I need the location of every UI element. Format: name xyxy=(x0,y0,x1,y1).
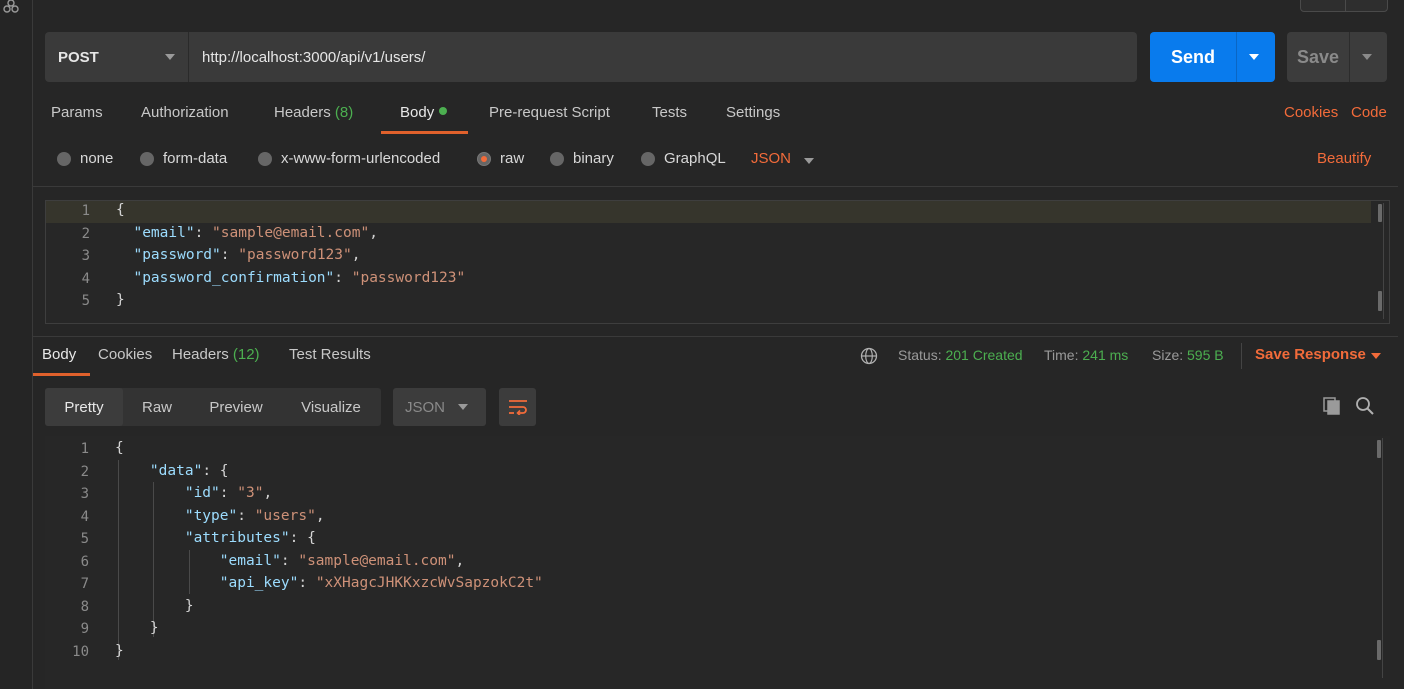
current-line-highlight xyxy=(46,201,1371,223)
view-pretty-button[interactable]: Pretty xyxy=(45,388,123,426)
status-readout: Status: 201 Created xyxy=(898,347,1023,363)
radio-x-www-form-urlencoded[interactable]: x-www-form-urlencoded xyxy=(258,150,440,167)
tab-authorization[interactable]: Authorization xyxy=(141,104,229,121)
code-line: } xyxy=(116,292,125,308)
method-select[interactable]: POST xyxy=(45,32,189,82)
radio-none[interactable]: none xyxy=(57,150,113,167)
beautify-link[interactable]: Beautify xyxy=(1317,150,1371,167)
left-sidebar-strip xyxy=(0,0,33,689)
code-link[interactable]: Code xyxy=(1351,104,1387,121)
save-button[interactable]: Save xyxy=(1287,32,1387,82)
chevron-down-icon[interactable] xyxy=(1371,353,1381,359)
line-number: 8 xyxy=(80,599,89,615)
send-options-chevron-icon[interactable] xyxy=(1249,54,1259,60)
radio-binary[interactable]: binary xyxy=(550,150,614,167)
divider xyxy=(33,186,1398,187)
code-line: "api_key": "xXHagcJHKKxzcWvSapzokC2t" xyxy=(219,575,543,591)
code-line: { xyxy=(116,202,125,218)
url-input[interactable]: http://localhost:3000/api/v1/users/ xyxy=(202,32,425,82)
wrap-lines-button[interactable] xyxy=(499,388,536,426)
tab-tests[interactable]: Tests xyxy=(652,104,687,121)
scrollbar-thumb[interactable] xyxy=(1377,440,1381,458)
copy-icon[interactable] xyxy=(1322,396,1342,416)
active-tab-indicator xyxy=(33,373,90,376)
code-line: "data": { xyxy=(149,463,229,479)
chevron-down-icon xyxy=(458,404,468,410)
line-number: 10 xyxy=(72,644,89,660)
raw-language-select[interactable]: JSON xyxy=(751,150,791,167)
search-icon[interactable] xyxy=(1355,396,1375,416)
method-label: POST xyxy=(58,48,99,66)
request-body-editor[interactable]: 1 2 3 4 5 { "email": "sample@email.com",… xyxy=(45,200,1390,324)
line-number: 2 xyxy=(80,464,89,480)
request-url-bar: POST http://localhost:3000/api/v1/users/ xyxy=(45,32,1137,82)
size-value: 595 B xyxy=(1187,347,1224,363)
radio-form-data[interactable]: form-data xyxy=(140,150,227,167)
response-tab-cookies[interactable]: Cookies xyxy=(98,346,152,363)
code-line: "id": "3", xyxy=(184,485,273,501)
code-line: } xyxy=(149,620,159,636)
tab-body[interactable]: Body xyxy=(400,104,448,121)
line-number: 6 xyxy=(80,554,89,570)
headers-count: (12) xyxy=(232,346,260,363)
code-line: } xyxy=(115,643,124,659)
code-line: "password": "password123", xyxy=(133,247,361,263)
divider xyxy=(33,336,1398,337)
code-line: } xyxy=(184,598,194,614)
status-value: 201 Created xyxy=(945,347,1023,363)
view-raw-button[interactable]: Raw xyxy=(123,388,191,426)
line-number: 3 xyxy=(81,248,90,264)
response-body-viewer[interactable]: 1 2 3 4 5 6 7 8 9 10 { "data": { "id": "… xyxy=(45,436,1390,689)
line-number: 5 xyxy=(81,293,90,309)
active-tab-indicator xyxy=(381,131,468,134)
line-number: 3 xyxy=(80,486,89,502)
line-number: 1 xyxy=(81,203,90,219)
response-tab-body[interactable]: Body xyxy=(42,346,76,363)
line-number: 4 xyxy=(81,271,90,287)
radio-raw[interactable]: raw xyxy=(477,150,524,167)
tab-settings[interactable]: Settings xyxy=(726,104,780,121)
size-readout: Size: 595 B xyxy=(1152,347,1224,363)
tab-params[interactable]: Params xyxy=(51,104,103,121)
line-number: 2 xyxy=(81,226,90,242)
scrollbar-thumb[interactable] xyxy=(1378,204,1382,222)
headers-count: (8) xyxy=(334,104,354,121)
response-view-group: Pretty Raw Preview Visualize xyxy=(45,388,381,426)
code-line: "password_confirmation": "password123" xyxy=(133,270,466,286)
wrap-lines-icon xyxy=(508,400,527,415)
line-number: 1 xyxy=(80,441,89,457)
tab-prerequest-script[interactable]: Pre-request Script xyxy=(489,104,610,121)
response-tab-headers[interactable]: Headers (12) xyxy=(172,346,260,363)
line-number: 5 xyxy=(80,531,89,547)
line-number: 7 xyxy=(80,576,89,592)
code-line: { xyxy=(115,440,124,456)
radio-graphql[interactable]: GraphQL xyxy=(641,150,726,167)
chevron-down-icon xyxy=(165,54,175,60)
tab-headers[interactable]: Headers (8) xyxy=(274,104,353,121)
collection-runner-icon[interactable] xyxy=(3,0,23,16)
code-line: "attributes": { xyxy=(184,530,316,546)
line-number: 4 xyxy=(80,509,89,525)
scrollbar-thumb[interactable] xyxy=(1377,640,1381,660)
chevron-down-icon[interactable] xyxy=(804,158,814,164)
line-number: 9 xyxy=(80,621,89,637)
code-line: "email": "sample@email.com", xyxy=(219,553,465,569)
save-response-button[interactable]: Save Response xyxy=(1255,346,1366,363)
cookies-link[interactable]: Cookies xyxy=(1284,104,1338,121)
response-tab-test-results[interactable]: Test Results xyxy=(289,346,371,363)
send-button[interactable]: Send xyxy=(1150,32,1275,82)
body-modified-dot xyxy=(439,107,448,115)
time-readout: Time: 241 ms xyxy=(1044,347,1129,363)
save-options-chevron-icon[interactable] xyxy=(1362,54,1372,60)
code-line: "type": "users", xyxy=(184,508,325,524)
view-mode-toggle[interactable] xyxy=(1300,0,1388,12)
scrollbar-thumb[interactable] xyxy=(1378,291,1382,311)
view-visualize-button[interactable]: Visualize xyxy=(281,388,381,426)
globe-icon[interactable] xyxy=(860,347,878,365)
time-value: 241 ms xyxy=(1082,347,1129,363)
view-preview-button[interactable]: Preview xyxy=(191,388,281,426)
code-line: "email": "sample@email.com", xyxy=(133,225,378,241)
response-format-select[interactable]: JSON xyxy=(393,388,486,426)
